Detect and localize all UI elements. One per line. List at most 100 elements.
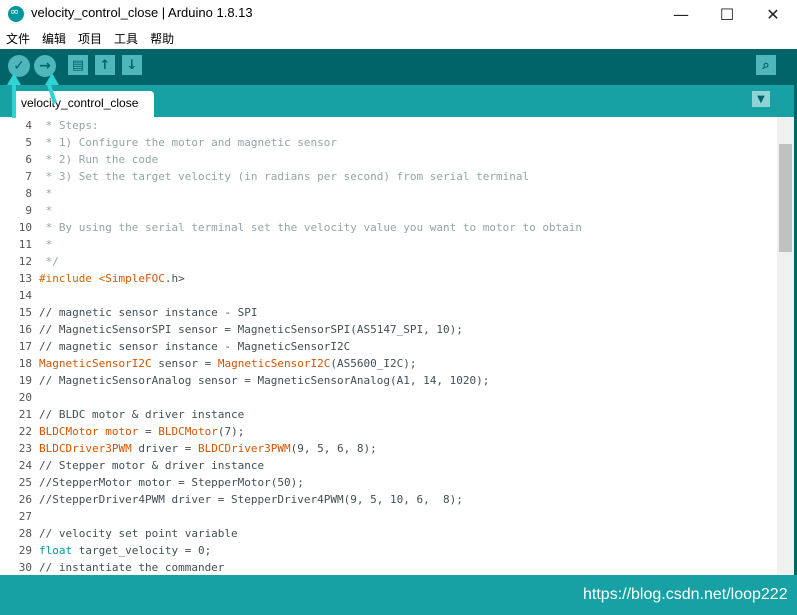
code-line[interactable]: 19 // MagneticSensorAnalog sensor = Magne… (0, 374, 777, 391)
title-bar: velocity_control_close | Arduino 1.8.13 … (0, 0, 797, 28)
tab-label: velocity_control_close (21, 96, 139, 110)
code-line[interactable]: 9 * (0, 204, 777, 221)
line-number: 13 (18, 272, 32, 285)
line-number: 14 (18, 289, 32, 302)
menu-tools[interactable]: 工具 (108, 28, 144, 48)
code-token: //StepperDriver4PWM driver = StepperDriv… (39, 493, 463, 506)
code-token: * (39, 204, 53, 217)
code-line[interactable]: 30 // instantiate the commander (0, 561, 777, 575)
menu-bar: 文件 编辑 项目 工具 帮助 (0, 28, 797, 48)
save-sketch-icon[interactable]: ↓ (122, 55, 142, 75)
line-number: 7 (25, 170, 32, 183)
annotation-arrow-shaft (12, 84, 16, 118)
arduino-logo-icon (8, 5, 24, 22)
code-line[interactable]: 5 * 1) Configure the motor and magnetic … (0, 136, 777, 153)
menu-help[interactable]: 帮助 (144, 28, 180, 48)
code-line[interactable]: 22 BLDCMotor motor = BLDCMotor(7); (0, 425, 777, 442)
line-number: 9 (25, 204, 32, 217)
code-token: MagneticSensorI2C (39, 357, 152, 370)
code-line[interactable]: 27 (0, 510, 777, 527)
line-number: 19 (18, 374, 32, 387)
code-line[interactable]: 17 // magnetic sensor instance - Magnetic… (0, 340, 777, 357)
code-line[interactable]: 8 * (0, 187, 777, 204)
code-token: * (39, 238, 53, 251)
code-line[interactable]: 23 BLDCDriver3PWM driver = BLDCDriver3PWM… (0, 442, 777, 459)
window-title: velocity_control_close | Arduino 1.8.13 (31, 5, 253, 20)
code-text: * (39, 204, 53, 217)
line-number: 23 (18, 442, 32, 455)
open-sketch-icon[interactable]: ↑ (95, 55, 115, 75)
line-number: 25 (18, 476, 32, 489)
code-text: BLDCDriver3PWM driver = BLDCDriver3PWM(9… (39, 442, 377, 455)
menu-file[interactable]: 文件 (0, 28, 36, 48)
code-token: BLDCMotor (39, 425, 99, 438)
code-token: // instantiate the commander (39, 561, 225, 574)
code-text: // instantiate the commander (39, 561, 224, 574)
menu-sketch[interactable]: 项目 (72, 28, 108, 48)
code-line[interactable]: 6 * 2) Run the code (0, 153, 777, 170)
code-token: = (138, 425, 159, 438)
code-line[interactable]: 15 // magnetic sensor instance - SPI (0, 306, 777, 323)
code-text: // magnetic sensor instance - MagneticSe… (39, 340, 350, 353)
code-token: // Stepper motor & driver instance (39, 459, 265, 472)
code-token: * (39, 187, 53, 200)
code-editor[interactable]: 4 * Steps: 5 * 1) Configure the motor and… (0, 117, 777, 575)
close-button[interactable]: ✕ (750, 0, 796, 28)
line-number: 8 (25, 187, 32, 200)
code-line[interactable]: 16 // MagneticSensorSPI sensor = Magnetic… (0, 323, 777, 340)
code-token: BLDCDriver3PWM (197, 442, 291, 455)
code-token: * 2) Run the code (39, 153, 159, 166)
code-line[interactable]: 24 // Stepper motor & driver instance (0, 459, 777, 476)
code-token: // magnetic sensor instance - SPI (39, 306, 258, 319)
annotation-arrow-up-icon (45, 73, 59, 85)
code-line[interactable]: 28 // velocity set point variable (0, 527, 777, 544)
line-number: 26 (18, 493, 32, 506)
tab-menu-dropdown-icon[interactable]: ▼ (752, 91, 770, 107)
code-text: // MagneticSensorSPI sensor = MagneticSe… (39, 323, 463, 336)
code-line[interactable]: 7 * 3) Set the target velocity (in radia… (0, 170, 777, 187)
line-number: 11 (18, 238, 32, 251)
code-line[interactable]: 26 //StepperDriver4PWM driver = StepperDr… (0, 493, 777, 510)
code-line[interactable]: 12 */ (0, 255, 777, 272)
code-line[interactable]: 20 (0, 391, 777, 408)
maximize-button[interactable]: ☐ (704, 0, 750, 28)
code-line[interactable]: 10 * By using the serial terminal set th… (0, 221, 777, 238)
code-line[interactable]: 18 MagneticSensorI2C sensor = MagneticSen… (0, 357, 777, 374)
code-text: * 3) Set the target velocity (in radians… (39, 170, 529, 183)
serial-monitor-icon[interactable]: ⌕ (756, 55, 776, 75)
code-text: * By using the serial terminal set the v… (39, 221, 582, 234)
line-number: 22 (18, 425, 32, 438)
line-number: 16 (18, 323, 32, 336)
code-line[interactable]: 29 float target_velocity = 0; (0, 544, 777, 561)
code-line[interactable]: 4 * Steps: (0, 119, 777, 136)
code-token: (AS5600_I2C); (330, 357, 417, 370)
code-token: MagneticSensorI2C (217, 357, 331, 370)
toolbar: ✓ → ▤ ↑ ↓ ⌕ (0, 49, 797, 85)
code-token: */ (39, 255, 59, 268)
code-text: MagneticSensorI2C sensor = MagneticSenso… (39, 357, 417, 370)
tab-velocity-control-close[interactable]: velocity_control_close (12, 91, 154, 117)
code-line[interactable]: 11 * (0, 238, 777, 255)
code-token: #include < (39, 272, 106, 285)
line-number: 6 (25, 153, 32, 166)
code-token: .h> (164, 272, 185, 285)
code-text: // BLDC motor & driver instance (39, 408, 244, 421)
code-token: // velocity set point variable (39, 527, 238, 540)
code-token: target_velocity = 0; (72, 544, 212, 557)
code-line[interactable]: 21 // BLDC motor & driver instance (0, 408, 777, 425)
scrollbar-thumb[interactable] (779, 144, 792, 252)
code-line[interactable]: 14 (0, 289, 777, 306)
code-token: * By using the serial terminal set the v… (39, 221, 583, 234)
line-number: 27 (18, 510, 32, 523)
minimize-button[interactable]: — (658, 0, 704, 28)
code-text: * (39, 187, 53, 200)
code-line[interactable]: 13 #include <SimpleFOC.h> (0, 272, 777, 289)
code-token: SimpleFOC (105, 272, 165, 285)
code-text: // magnetic sensor instance - SPI (39, 306, 258, 319)
code-token: // magnetic sensor instance - MagneticSe… (39, 340, 351, 353)
code-line[interactable]: 25 //StepperMotor motor = StepperMotor(50… (0, 476, 777, 493)
code-token: * Steps: (39, 119, 99, 132)
new-sketch-icon[interactable]: ▤ (68, 55, 88, 75)
vertical-scrollbar[interactable] (777, 117, 794, 575)
menu-edit[interactable]: 编辑 (36, 28, 72, 48)
